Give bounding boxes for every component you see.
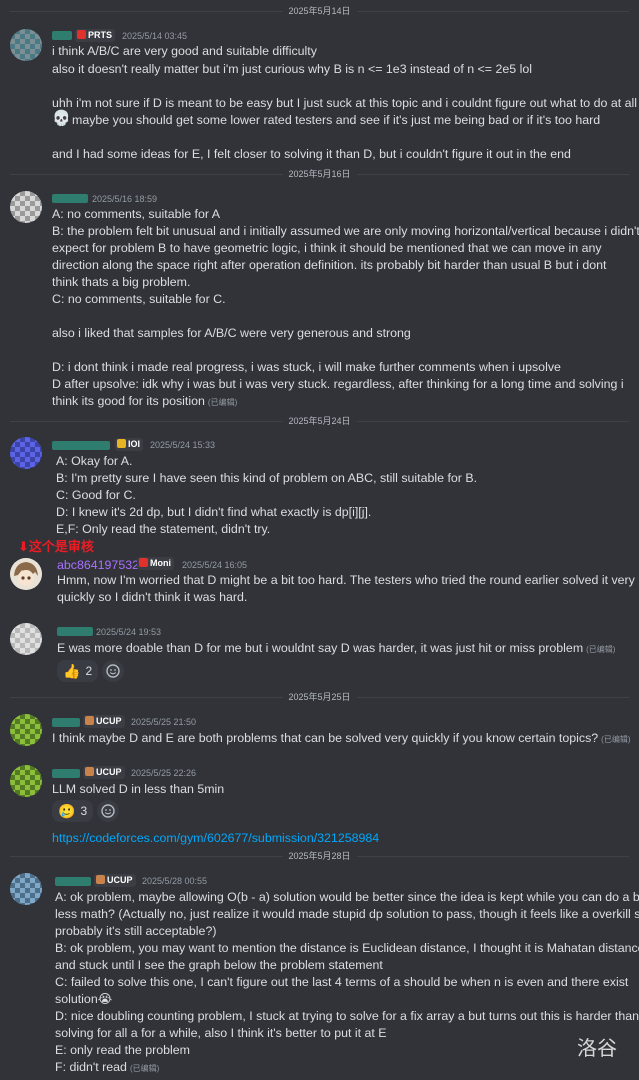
date-divider: 2025年5月25日 bbox=[10, 691, 629, 703]
role-badge[interactable]: UCUP bbox=[83, 766, 125, 779]
watermark: 洛谷 bbox=[577, 1036, 617, 1060]
edited-tag: (已编辑) bbox=[129, 1064, 160, 1073]
message-line: solution😭 bbox=[55, 992, 113, 1006]
role-badge[interactable]: UCUP bbox=[94, 874, 136, 887]
message-line: solving for all a for a while, also I th… bbox=[55, 1026, 387, 1040]
date-divider: 2025年5月24日 bbox=[10, 415, 629, 427]
message-line: C: failed to solve this one, I can't fig… bbox=[55, 975, 629, 989]
message-line: maybe you should get some lower rated te… bbox=[72, 113, 601, 127]
message-line: D after upsolve: idk why i was but i was… bbox=[52, 377, 624, 391]
timestamp: 2025/5/24 19:53 bbox=[96, 627, 162, 637]
message-line: B: the problem felt bit unusual and i in… bbox=[52, 224, 639, 238]
anime-avatar-icon bbox=[10, 558, 42, 590]
timestamp: 2025/5/14 03:45 bbox=[122, 31, 188, 41]
message-line: A: no comments, suitable for A bbox=[52, 207, 221, 221]
role-icon bbox=[139, 558, 148, 567]
role-icon bbox=[85, 767, 94, 776]
message-line: E,F: Only read the statement, didn't try… bbox=[56, 522, 271, 536]
message-line: also it doesn't really matter but i'm ju… bbox=[52, 62, 532, 76]
add-reaction-icon[interactable] bbox=[102, 660, 124, 682]
message-line: I think maybe D and E are both problems … bbox=[52, 731, 631, 745]
message-line: think its good for its position (已编辑) bbox=[52, 394, 238, 408]
username-blurred[interactable] bbox=[55, 877, 91, 886]
timestamp: 2025/5/28 00:55 bbox=[142, 876, 208, 886]
timestamp: 2025/5/24 16:05 bbox=[182, 560, 248, 570]
message-line: B: ok problem, you may want to mention t… bbox=[55, 941, 639, 955]
message-line: D: I knew it's 2d dp, but I didn't find … bbox=[56, 505, 372, 519]
add-reaction-icon[interactable] bbox=[97, 800, 119, 822]
username-blurred[interactable] bbox=[52, 769, 80, 778]
submission-link[interactable]: https://codeforces.com/gym/602677/submis… bbox=[52, 830, 379, 847]
role-icon bbox=[85, 716, 94, 725]
message-line: C: no comments, suitable for C. bbox=[52, 292, 226, 306]
date-divider: 2025年5月28日 bbox=[10, 850, 629, 862]
edited-tag: (已编辑) bbox=[601, 735, 631, 744]
date-divider: 2025年5月16日 bbox=[10, 168, 629, 180]
message-line: A: ok problem, maybe allowing O(b - a) s… bbox=[55, 890, 639, 904]
date-divider: 2025年5月14日 bbox=[10, 5, 629, 17]
message-line: F: didn't read (已编辑) bbox=[55, 1060, 160, 1074]
role-icon bbox=[96, 875, 105, 884]
timestamp: 2025/5/24 15:33 bbox=[150, 440, 216, 450]
reaction-thumbs-up[interactable]: 👍 2 bbox=[57, 660, 99, 682]
reaction-smile-tear[interactable]: 🥲 3 bbox=[52, 800, 94, 822]
message-line: Hmm, now I'm worried that D might be a b… bbox=[57, 573, 635, 587]
timestamp: 2025/5/25 22:26 bbox=[131, 768, 197, 778]
message-line: i think A/B/C are very good and suitable… bbox=[52, 44, 317, 58]
message-line: A: Okay for A. bbox=[56, 454, 133, 468]
skull-emoji: 💀 bbox=[52, 110, 71, 127]
edited-tag: (已编辑) bbox=[586, 645, 616, 654]
edited-tag: (已编辑) bbox=[207, 398, 238, 407]
avatar[interactable] bbox=[10, 714, 42, 746]
username-blurred[interactable] bbox=[52, 31, 72, 40]
avatar[interactable] bbox=[10, 29, 42, 61]
message-line: B: I'm pretty sure I have seen this kind… bbox=[56, 471, 478, 485]
role-badge[interactable]: IOI bbox=[115, 438, 144, 451]
username[interactable]: abc864197532 bbox=[57, 558, 139, 572]
avatar[interactable] bbox=[10, 873, 42, 905]
avatar[interactable] bbox=[10, 437, 42, 469]
message-line: quickly so I didn't think it was hard. bbox=[57, 590, 248, 604]
message-line: and I had some ideas for E, I felt close… bbox=[52, 147, 571, 161]
message-line: E was more doable than D for me but i wo… bbox=[57, 641, 616, 655]
avatar[interactable] bbox=[10, 191, 42, 223]
message-line: D: nice doubling counting problem, I stu… bbox=[55, 1009, 639, 1023]
timestamp: 2025/5/16 18:59 bbox=[92, 194, 158, 204]
message-line: probably it's still acceptable?) bbox=[55, 924, 217, 938]
avatar[interactable] bbox=[10, 623, 42, 655]
avatar[interactable] bbox=[10, 765, 42, 797]
message-line: direction along the space right after op… bbox=[52, 258, 607, 272]
role-badge[interactable]: Moni bbox=[137, 557, 174, 570]
message-line: C: Good for C. bbox=[56, 488, 136, 502]
role-icon bbox=[77, 30, 86, 39]
username-blurred[interactable] bbox=[52, 441, 110, 450]
username-blurred[interactable] bbox=[57, 627, 93, 636]
message-line: E: only read the problem bbox=[55, 1043, 190, 1057]
message-line: D: i dont think i made real progress, i … bbox=[52, 360, 561, 374]
message-line: expect for problem B to have geometric l… bbox=[52, 241, 602, 255]
role-badge[interactable]: UCUP bbox=[83, 715, 125, 728]
message-line: and stuck until I see the graph below th… bbox=[55, 958, 383, 972]
message-line: less math? (Actually no, just realize it… bbox=[55, 907, 639, 921]
username-blurred[interactable] bbox=[52, 718, 80, 727]
role-badge[interactable]: PRTS bbox=[75, 29, 116, 42]
role-icon bbox=[117, 439, 126, 448]
message-line: uhh i'm not sure if D is meant to be eas… bbox=[52, 96, 638, 110]
message-line: LLM solved D in less than 5min bbox=[52, 782, 225, 796]
avatar[interactable] bbox=[10, 558, 42, 590]
message-line: think thats a big problem. bbox=[52, 275, 191, 289]
reviewer-annotation: ⬇这个是审核 bbox=[18, 539, 94, 554]
message-line: also i liked that samples for A/B/C were… bbox=[52, 326, 411, 340]
timestamp: 2025/5/25 21:50 bbox=[131, 717, 197, 727]
username-blurred[interactable] bbox=[52, 194, 88, 203]
